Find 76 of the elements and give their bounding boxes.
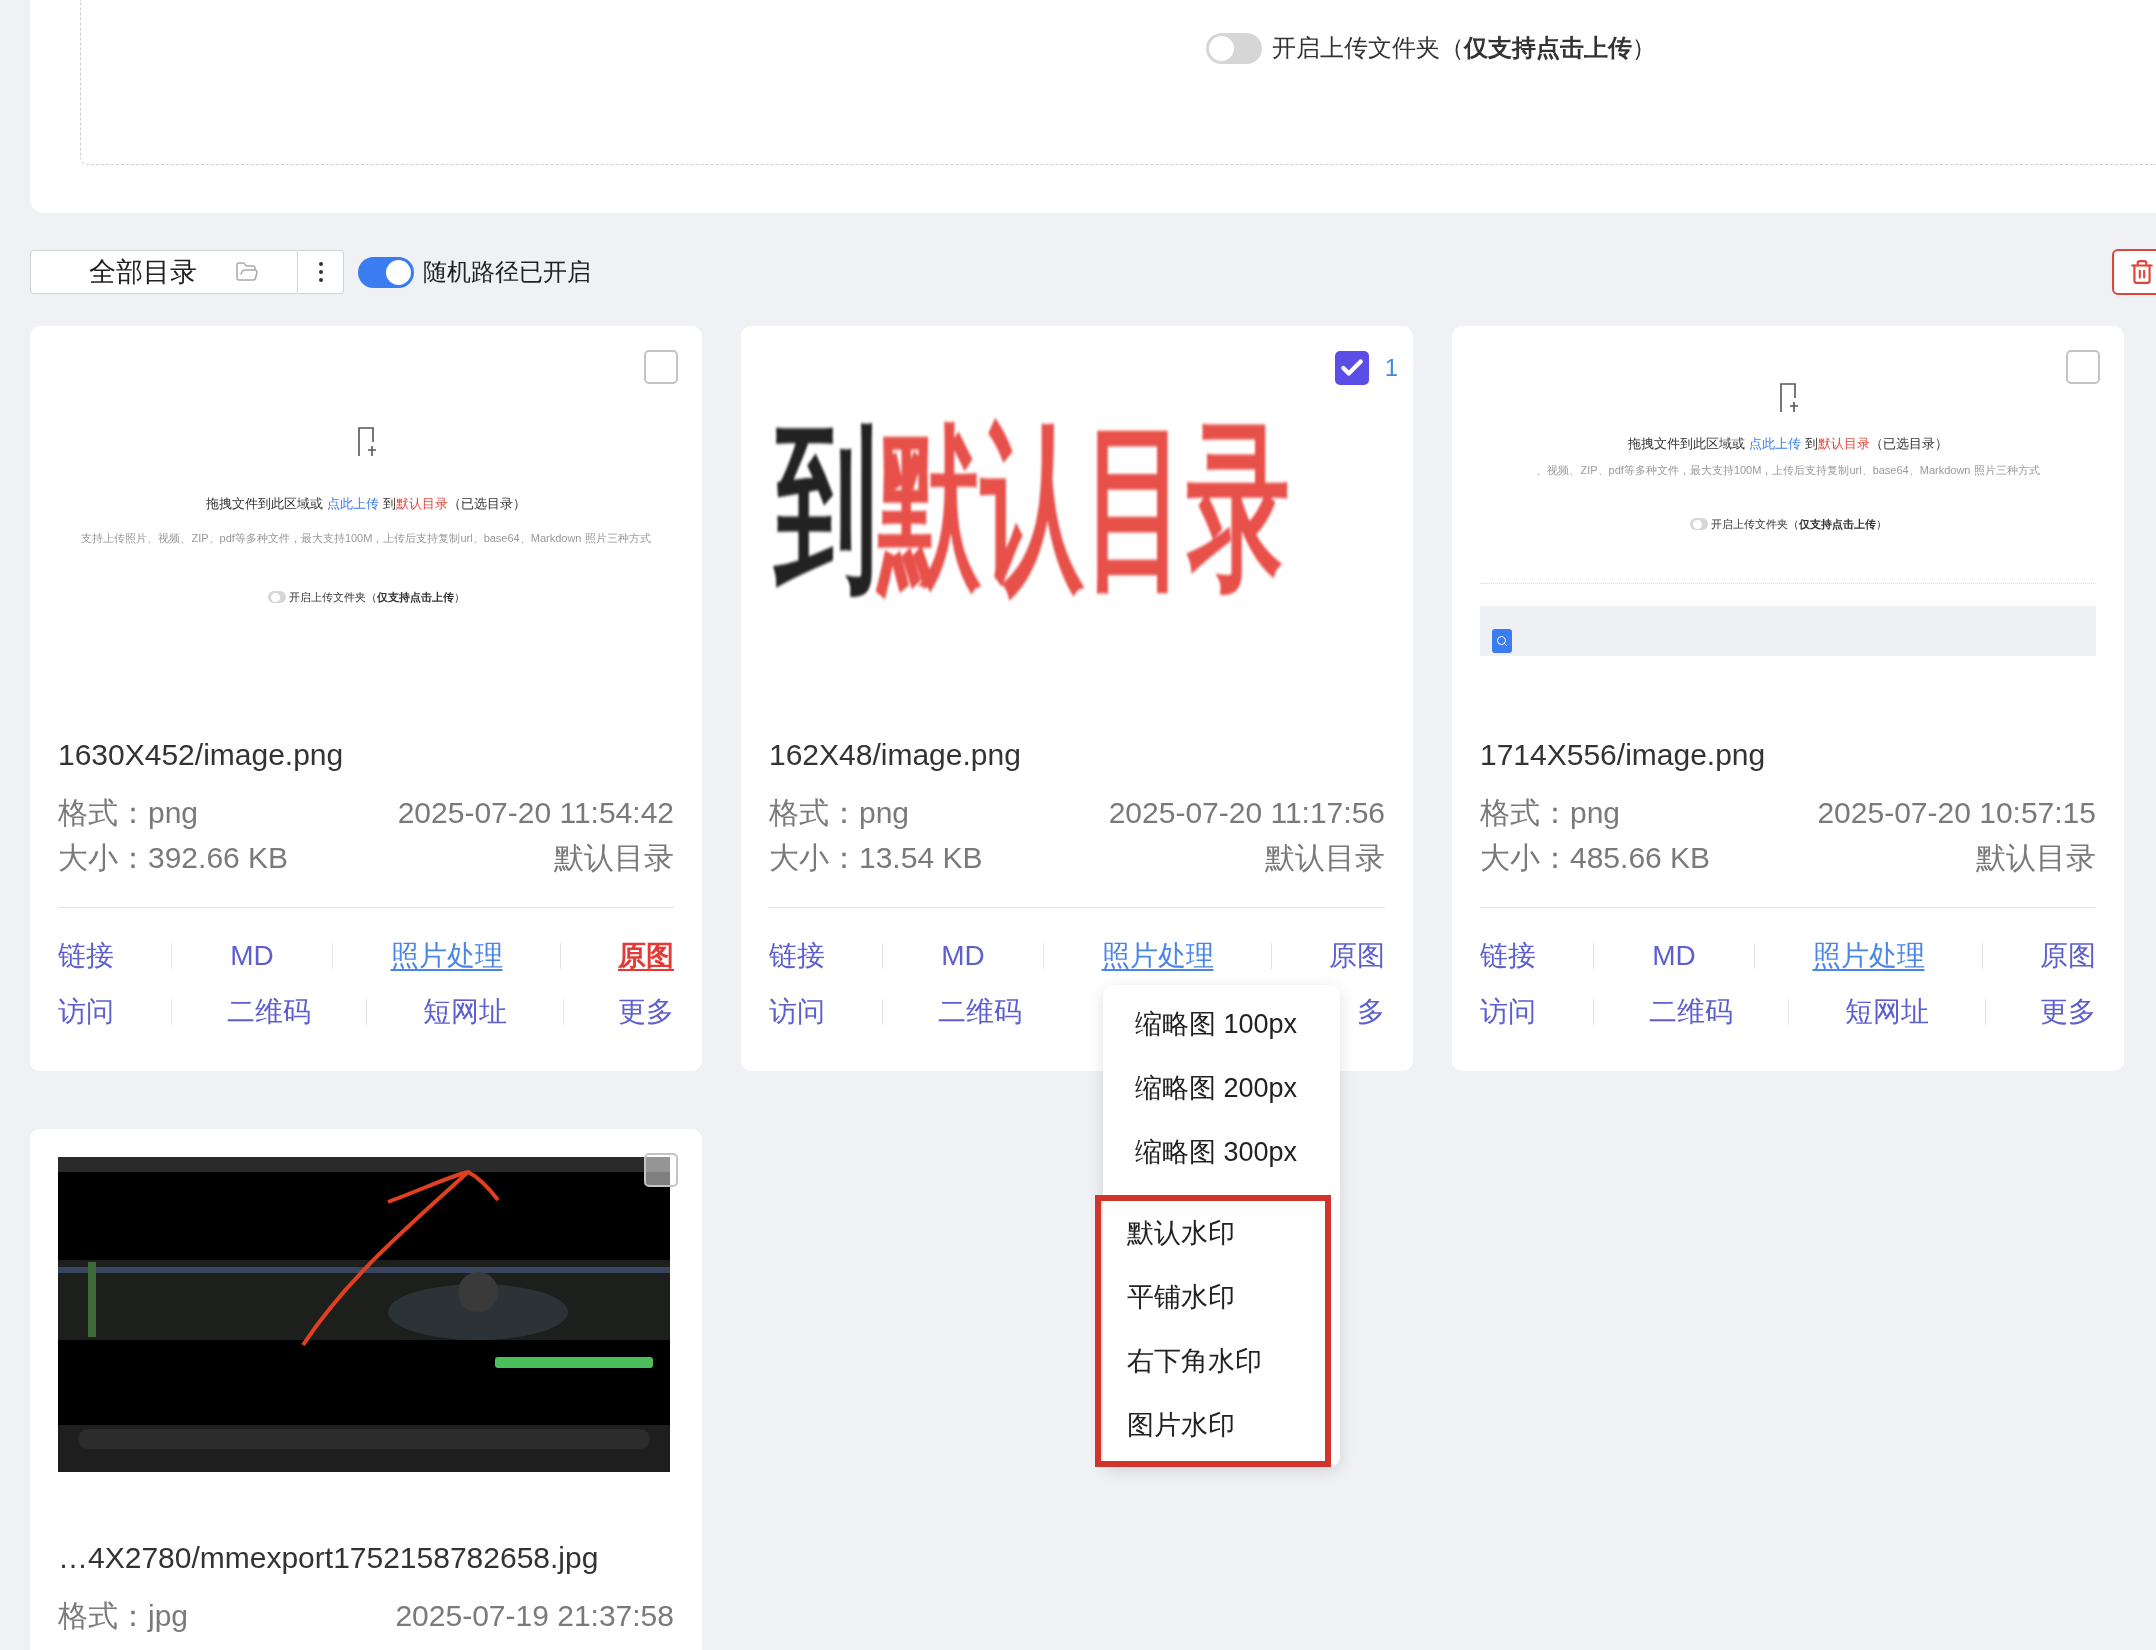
file-format: 格式：png [1480,795,1621,831]
upload-date: 2025-07-20 11:54:42 [397,795,674,831]
trash-icon [2129,259,2155,285]
card-action-link[interactable]: 照片处理 [390,942,503,970]
file-size: 大小：13.54 KB [769,840,983,876]
delete-button[interactable] [2112,249,2156,295]
upload-hint: 、视频、ZIP、pdf等多种文件，最大支持100M，上传后支持复制url、base64、Markdown 照片三种方式 [1536,462,2040,478]
upload-link[interactable]: 点此上传 [327,496,379,511]
card-action-link[interactable]: 更多 [2040,998,2096,1026]
selection-count: 1 [1384,353,1398,383]
card-action-link[interactable]: 照片处理 [1812,942,1925,970]
file-directory: 默认目录 [554,840,674,876]
card-action-link[interactable]: 短网址 [1845,998,1929,1026]
file-name: 162X48/image.png [769,737,1022,773]
select-checkbox[interactable] [644,350,678,384]
file-directory: 默认目录 [1976,840,2096,876]
card-action-link[interactable]: MD [230,942,274,970]
file-name: 1630X452/image.png [58,737,345,773]
card-action-link[interactable]: 链接 [769,942,825,970]
kebab-icon [318,262,323,282]
card-action-link[interactable]: 多 [1357,998,1385,1026]
card-action-link[interactable]: 访问 [58,998,114,1026]
select-checkbox[interactable] [1334,351,1369,385]
file-add-icon [1778,382,1798,414]
folder-toggle-label: 开启上传文件夹（仅支持点击上传） [1272,33,1656,63]
card-action-link[interactable]: 原图 [1329,942,1385,970]
file-format: 格式：png [769,795,910,831]
menu-item[interactable]: 缩略图 300px [1103,1120,1340,1184]
menu-item[interactable]: 默认水印 [1095,1201,1325,1265]
upload-link[interactable]: 点此上传 [1749,436,1801,451]
folder-toggle-label: 开启上传文件夹（仅支持点击上传） [1710,517,1887,532]
menu-item[interactable]: 缩略图 200px [1103,1056,1340,1120]
card-action-link[interactable]: 链接 [1480,942,1536,970]
card-action-link[interactable]: 二维码 [1649,998,1733,1026]
upload-hint: 支持上传照片、视频、ZIP、pdf等多种文件，最大支持100M，上传后支持复制url、base64、Markdown 照片三种方式 [81,530,651,546]
folder-toggle-label: 开启上传文件夹（仅支持点击上传） [288,590,465,605]
card-action-link[interactable]: 访问 [769,998,825,1026]
file-format: 格式：jpg [58,1598,189,1634]
select-checkbox[interactable] [2066,350,2100,384]
file-size: 大小：485.66 KB [1480,840,1711,876]
file-size: 大小：392.66 KB [58,840,289,876]
file-directory: 默认目录 [1265,840,1385,876]
toggle-switch[interactable] [1689,518,1708,531]
toggle-switch[interactable] [358,256,414,288]
menu-item[interactable]: 图片水印 [1095,1393,1325,1457]
card-action-link[interactable]: MD [941,942,985,970]
file-name: 1714X556/image.png [1480,737,1767,773]
toggle-switch[interactable] [267,591,286,604]
more-button[interactable] [298,250,344,294]
menu-item[interactable]: 平铺水印 [1095,1265,1325,1329]
file-add-icon [356,426,376,458]
card-action-link[interactable]: 访问 [1480,998,1536,1026]
card-action-link[interactable]: MD [1652,942,1696,970]
folder-icon [235,260,259,284]
card-action-link[interactable]: 原图 [618,942,674,970]
upload-instruction: 拖拽文件到此区域或 点此上传 到默认目录（已选目录） [1628,435,1948,453]
upload-instruction: 拖拽文件到此区域或 点此上传 到默认目录（已选目录） [206,495,526,513]
card-action-link[interactable]: 更多 [618,998,674,1026]
menu-item[interactable]: 缩略图 100px [1103,992,1340,1056]
card-action-link[interactable]: 原图 [2040,942,2096,970]
menu-item[interactable]: 右下角水印 [1095,1329,1325,1393]
file-name: …4X2780/mmexport1752158782658.jpg [58,1540,600,1576]
card-action-link[interactable]: 二维码 [938,998,1022,1026]
toggle-switch[interactable] [1206,32,1262,64]
upload-date: 2025-07-20 10:57:15 [1817,795,2096,831]
card-action-link[interactable]: 照片处理 [1101,942,1214,970]
upload-date: 2025-07-19 21:37:58 [395,1598,674,1634]
directory-select[interactable]: 全部目录 [30,250,298,294]
card-action-link[interactable]: 链接 [58,942,114,970]
search-icon [1492,628,1512,653]
file-format: 格式：png [58,795,199,831]
upload-date: 2025-07-20 11:17:56 [1108,795,1385,831]
card-action-link[interactable]: 短网址 [423,998,507,1026]
random-path-label: 随机路径已开启 [423,257,591,287]
card-action-link[interactable]: 二维码 [227,998,311,1026]
select-checkbox[interactable] [644,1153,678,1187]
